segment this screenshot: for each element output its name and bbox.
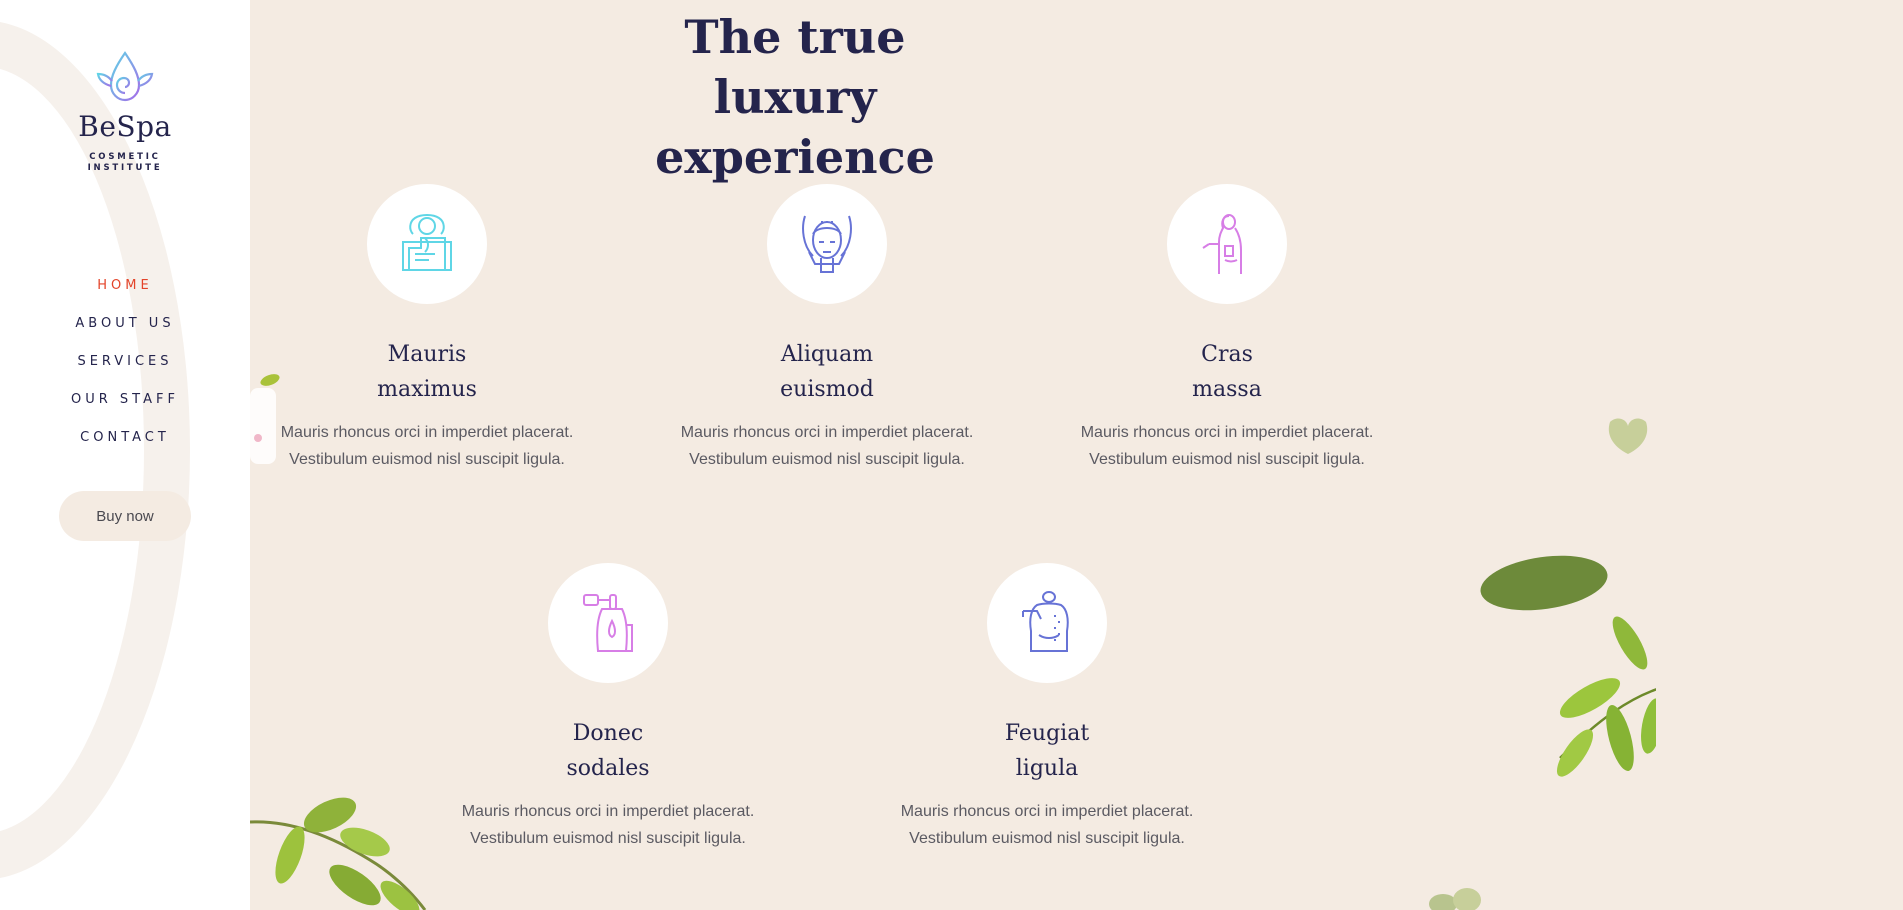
service-title-line: maximus <box>377 377 477 402</box>
leaf-small-right-image <box>1608 418 1648 454</box>
leaf-branch-bottom-left-image <box>250 797 427 910</box>
nav-item-services[interactable]: SERVICES <box>77 354 172 369</box>
service-title-line: ligula <box>1015 756 1079 781</box>
body-treatment-icon <box>1202 214 1242 274</box>
service-card: Mauris maximus Mauris rhoncus orci in im… <box>262 184 592 473</box>
service-description-line: Vestibulum euismod nisl suscipit ligula. <box>1089 451 1365 468</box>
service-card: Cras massa Mauris rhoncus orci in imperd… <box>1062 184 1392 473</box>
service-description-line: Mauris rhoncus orci in imperdiet placera… <box>680 424 974 441</box>
main-nav: HOME ABOUT US SERVICES OUR STAFF CONTACT <box>0 276 250 466</box>
brand-subtitle: COSMETIC INSTITUTE <box>0 152 250 174</box>
leaf-large-right-image <box>1480 555 1656 777</box>
nav-item-about-us[interactable]: ABOUT US <box>75 316 174 331</box>
service-description-line: Vestibulum euismod nisl suscipit ligula. <box>909 830 1185 847</box>
service-description: Mauris rhoncus orci in imperdiet placera… <box>662 419 992 473</box>
lotus-logo-icon <box>96 51 154 102</box>
service-description-line: Mauris rhoncus orci in imperdiet placera… <box>280 424 574 441</box>
service-description-line: Vestibulum euismod nisl suscipit ligula. <box>289 451 565 468</box>
massage-back-icon <box>402 214 452 271</box>
service-description: Mauris rhoncus orci in imperdiet placera… <box>882 798 1212 852</box>
logo[interactable]: BeSpa COSMETIC INSTITUTE <box>0 50 250 174</box>
service-description-line: Vestibulum euismod nisl suscipit ligula. <box>470 830 746 847</box>
service-title-line: Donec <box>572 721 644 746</box>
service-title: Donec sodales <box>533 716 683 786</box>
back-therapy-icon <box>1022 591 1069 652</box>
service-description-line: Mauris rhoncus orci in imperdiet placera… <box>1080 424 1374 441</box>
nav-item-contact[interactable]: CONTACT <box>80 430 170 445</box>
service-title-line: Feugiat <box>1004 721 1090 746</box>
brand-subtitle-line: INSTITUTE <box>87 163 163 173</box>
brand-subtitle-line: COSMETIC <box>89 152 161 162</box>
page-title-line: The true luxury <box>684 10 906 124</box>
service-icon-circle <box>548 563 668 683</box>
main-content: The true luxury experience Mauris maximu… <box>250 0 1656 910</box>
leaf-bottom-right-image <box>1429 888 1481 910</box>
service-description-line: Mauris rhoncus orci in imperdiet placera… <box>900 803 1194 820</box>
service-title: Cras massa <box>1152 337 1302 407</box>
buy-now-button[interactable]: Buy now <box>59 491 191 541</box>
service-description: Mauris rhoncus orci in imperdiet placera… <box>262 419 592 473</box>
service-icon-circle <box>367 184 487 304</box>
service-title-line: Aliquam <box>780 342 874 367</box>
service-title: Aliquam euismod <box>752 337 902 407</box>
service-description-line: Mauris rhoncus orci in imperdiet placera… <box>461 803 755 820</box>
service-description-line: Vestibulum euismod nisl suscipit ligula. <box>689 451 965 468</box>
sidebar: BeSpa COSMETIC INSTITUTE HOME ABOUT US S… <box>0 0 250 910</box>
page-title: The true luxury experience <box>620 7 970 187</box>
treatment-device-icon <box>583 594 633 652</box>
nav-item-home[interactable]: HOME <box>97 278 152 293</box>
service-title-line: Cras <box>1201 342 1253 367</box>
service-icon-circle <box>1167 184 1287 304</box>
service-title: Mauris maximus <box>352 337 502 407</box>
brand-name: BeSpa <box>78 110 172 143</box>
service-description: Mauris rhoncus orci in imperdiet placera… <box>1062 419 1392 473</box>
service-card: Aliquam euismod Mauris rhoncus orci in i… <box>662 184 992 473</box>
service-icon-circle <box>767 184 887 304</box>
page-title-line: experience <box>655 130 935 184</box>
service-title: Feugiat ligula <box>972 716 1122 786</box>
nav-item-our-staff[interactable]: OUR STAFF <box>71 392 179 407</box>
face-massage-icon <box>802 215 852 273</box>
service-title-line: massa <box>1192 377 1262 402</box>
service-description: Mauris rhoncus orci in imperdiet placera… <box>443 798 773 852</box>
service-card: Feugiat ligula Mauris rhoncus orci in im… <box>882 563 1212 852</box>
service-title-line: sodales <box>566 756 650 781</box>
service-title-line: Mauris <box>387 342 467 367</box>
service-title-line: euismod <box>780 377 874 402</box>
service-icon-circle <box>987 563 1107 683</box>
service-card: Donec sodales Mauris rhoncus orci in imp… <box>443 563 773 852</box>
